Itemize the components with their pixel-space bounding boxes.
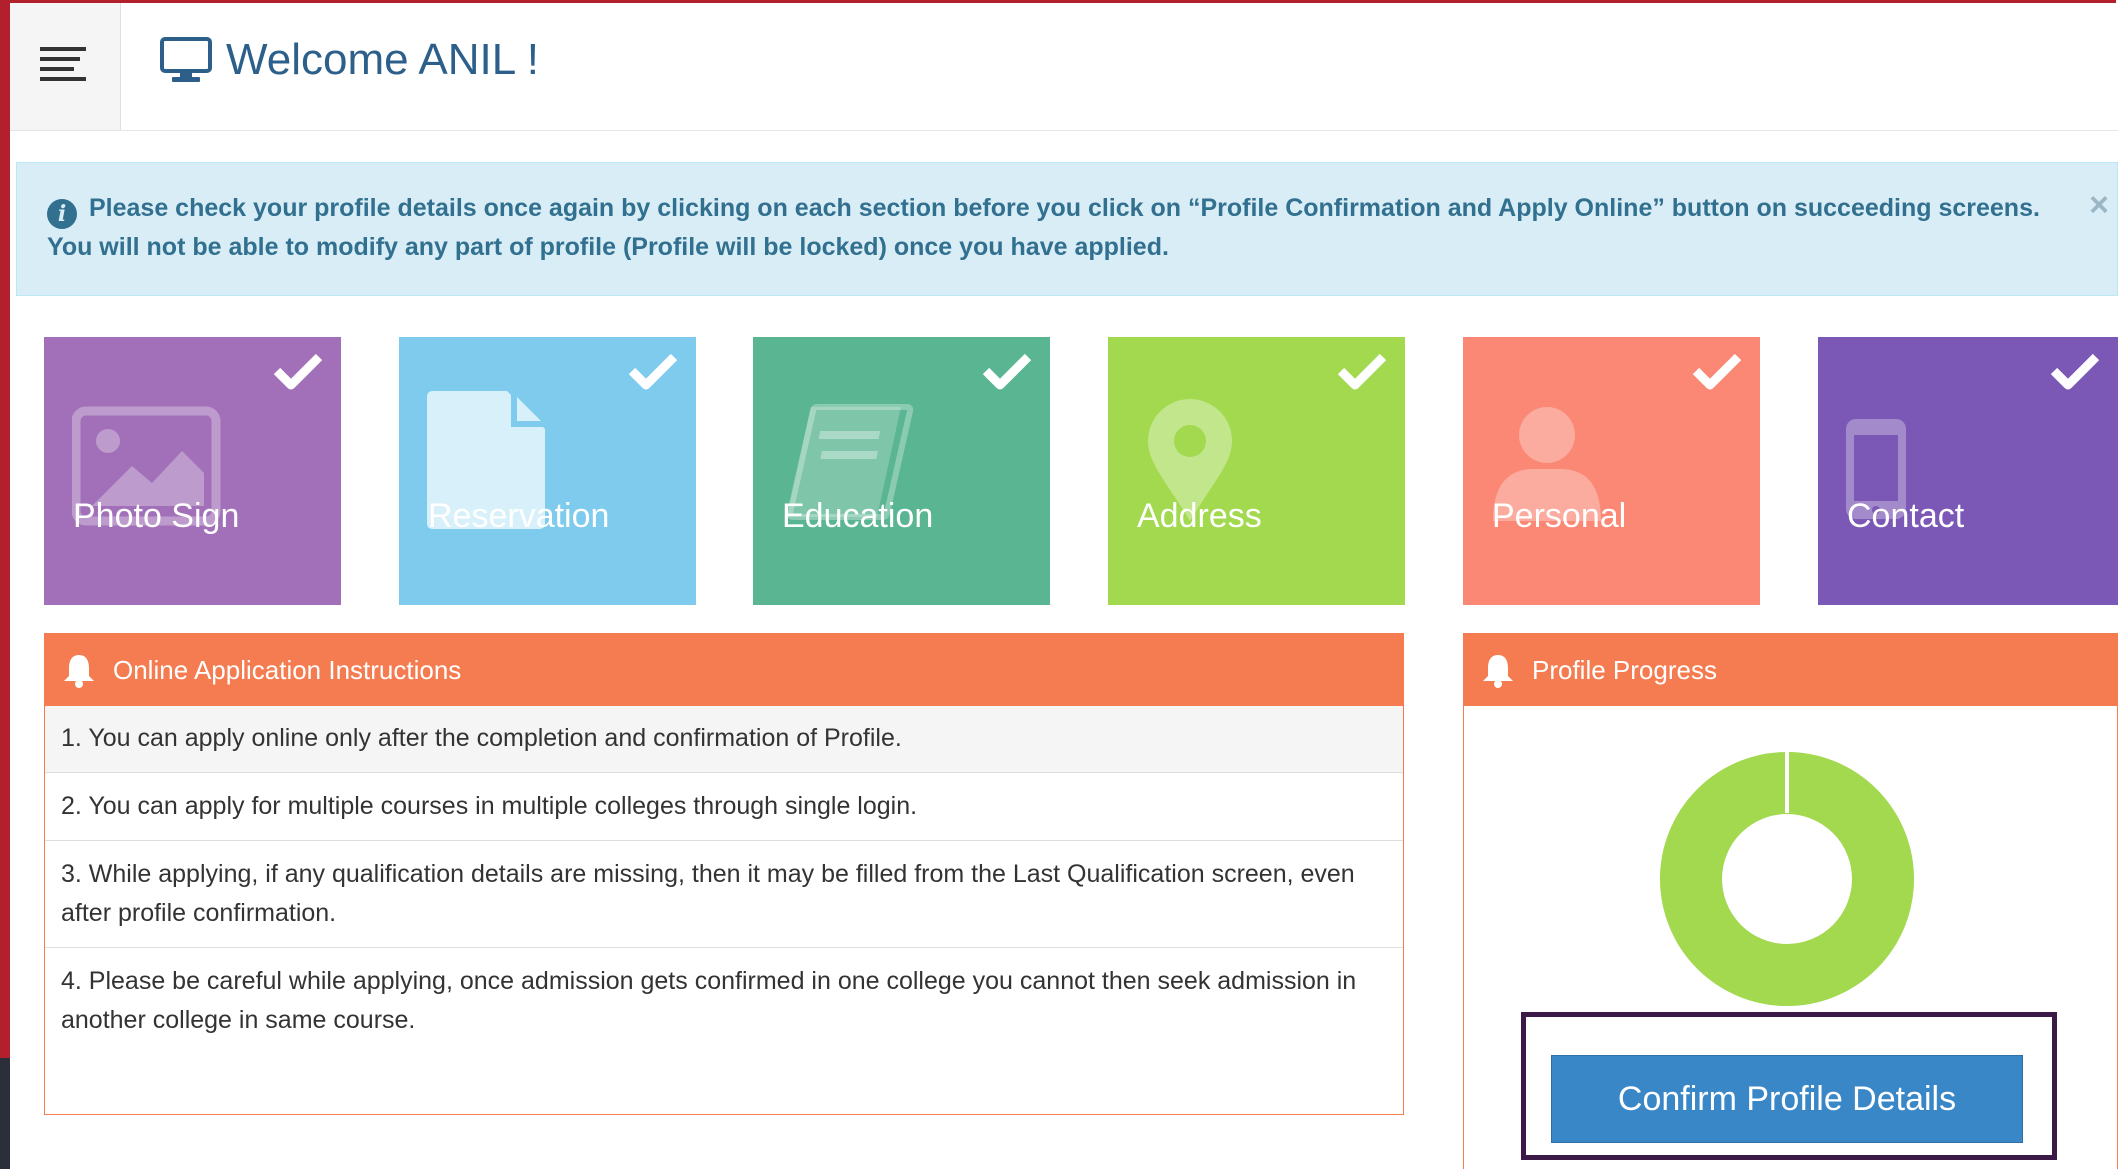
checkmark-icon <box>2050 353 2100 390</box>
tile-personal[interactable]: Personal <box>1463 337 1760 605</box>
hamburger-menu-icon <box>40 47 86 87</box>
checkmark-icon <box>1692 353 1742 390</box>
tile-label: Contact <box>1847 497 1965 535</box>
tile-label: Photo Sign <box>73 497 240 535</box>
hamburger-menu-button[interactable] <box>10 3 121 130</box>
top-header: Welcome ANIL ! <box>10 3 2118 131</box>
bell-icon <box>64 655 94 688</box>
checkmark-icon <box>982 353 1032 390</box>
left-edge-strip <box>0 1058 10 1169</box>
checkmark-icon <box>1337 353 1387 390</box>
welcome-heading: Welcome ANIL ! <box>160 30 539 90</box>
checkmark-icon <box>628 353 678 390</box>
instruction-item: 1. You can apply online only after the c… <box>45 706 1403 773</box>
instruction-item: 3. While applying, if any qualification … <box>45 841 1403 948</box>
desktop-monitor-icon <box>160 37 212 82</box>
instructions-panel: Online Application Instructions 1. You c… <box>44 633 1404 1115</box>
tile-label: Address <box>1137 497 1262 535</box>
progress-title: Profile Progress <box>1532 654 1717 685</box>
checkmark-icon <box>273 353 323 390</box>
tile-label: Reservation <box>428 497 610 535</box>
instruction-item: 4. Please be careful while applying, onc… <box>61 967 1357 1034</box>
bell-icon <box>1483 655 1513 688</box>
info-circle-icon: i <box>47 199 77 229</box>
instructions-header: Online Application Instructions <box>45 634 1403 706</box>
tile-label: Education <box>782 497 934 535</box>
tile-label: Personal <box>1492 497 1627 535</box>
info-alert: i Please check your profile details once … <box>16 162 2118 296</box>
tile-contact[interactable]: Contact <box>1818 337 2118 605</box>
tile-reservation[interactable]: Reservation <box>399 337 696 605</box>
alert-message: Please check your profile details once a… <box>47 194 2040 261</box>
alert-close-button[interactable]: × <box>2089 187 2109 224</box>
tile-address[interactable]: Address <box>1108 337 1405 605</box>
tile-photo-sign[interactable]: Photo Sign <box>44 337 341 605</box>
instruction-item: 2. You can apply for multiple courses in… <box>45 773 1403 841</box>
page-title: Welcome ANIL ! <box>226 35 540 84</box>
instructions-title: Online Application Instructions <box>113 654 462 685</box>
confirm-profile-details-button[interactable]: Confirm Profile Details <box>1551 1055 2023 1143</box>
progress-header: Profile Progress <box>1464 634 2117 706</box>
tile-education[interactable]: Education <box>753 337 1050 605</box>
profile-progress-donut <box>1660 751 1914 1006</box>
